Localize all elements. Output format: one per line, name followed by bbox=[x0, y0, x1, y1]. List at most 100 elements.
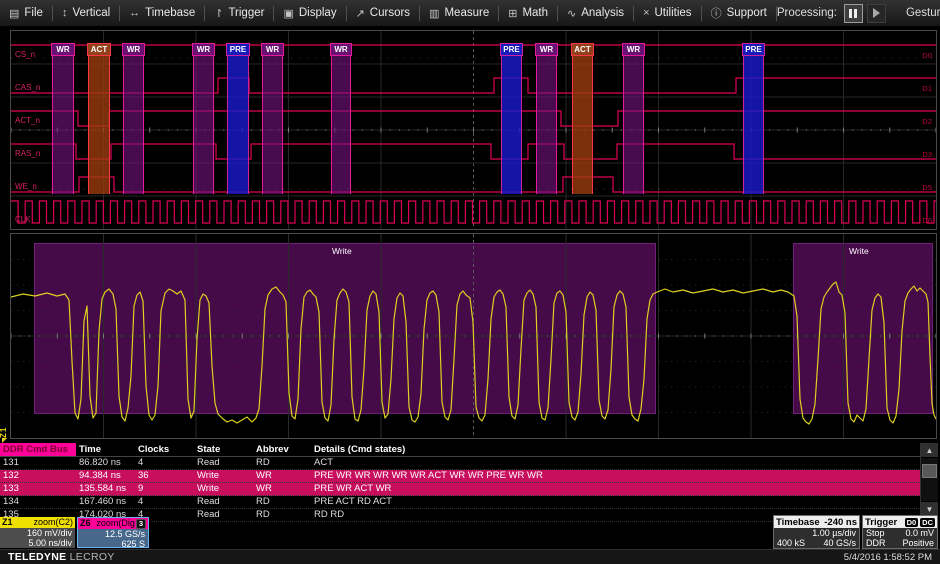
table-row[interactable]: 133135.584 ns9WriteWRPRE WR ACT WR bbox=[0, 483, 921, 496]
cmd-marker-label: WR bbox=[51, 43, 75, 56]
play-icon bbox=[873, 8, 880, 18]
menu-item-label: Support bbox=[727, 7, 767, 19]
menu-item-vertical[interactable]: ↕ Vertical bbox=[53, 0, 119, 26]
processing-pause-button[interactable] bbox=[844, 4, 863, 23]
trigger-level: 0.0 mV bbox=[905, 528, 934, 538]
table-cell: PRE WR WR WR WR WR ACT WR WR PRE WR WR bbox=[311, 470, 921, 482]
table-row[interactable]: 134167.460 ns4ReadRDPRE ACT RD ACT bbox=[0, 496, 921, 509]
bus-line-label: D5 bbox=[922, 183, 932, 192]
z1-descriptor-box[interactable]: Z1 zoom(C2) 160 mV/div 5.00 ns/div bbox=[0, 517, 75, 548]
menu-item-label: File bbox=[24, 7, 43, 19]
menu-item-cursors[interactable]: ↗Cursors bbox=[347, 0, 419, 26]
timebase-tdiv: 1.00 µs/div bbox=[777, 528, 856, 538]
vertical-icon: ↕ bbox=[62, 7, 68, 19]
menu-item-label: Timebase bbox=[145, 7, 195, 19]
cmd-marker-column bbox=[501, 55, 522, 194]
cmd-marker-wr: WR bbox=[331, 43, 351, 194]
scroll-up-icon: ▲ bbox=[926, 446, 934, 455]
menu-item-label: Vertical bbox=[72, 7, 110, 19]
table-cell: PRE ACT RD ACT bbox=[311, 496, 921, 508]
table-header-state: State bbox=[194, 443, 253, 456]
z6-descriptor-box[interactable]: Z6 zoom(Dig 3 12.5 GS/s 625 S bbox=[77, 517, 149, 548]
table-header-ddr-cmd-bus: DDR Cmd Bus bbox=[0, 443, 76, 456]
menu-item-measure[interactable]: ▥ Measure bbox=[420, 0, 498, 26]
cmd-marker-pre: PRE bbox=[743, 43, 764, 194]
scroll-down-button[interactable]: ▼ bbox=[921, 501, 938, 516]
table-cell: 94.384 ns bbox=[76, 470, 135, 482]
cmd-marker-pre: PRE bbox=[501, 43, 522, 194]
trigger-header: Trigger D0 DC bbox=[863, 516, 937, 528]
cmd-marker-column bbox=[88, 55, 110, 194]
cmd-marker-wr: WR bbox=[193, 43, 214, 194]
display-icon: ▣ bbox=[283, 7, 293, 20]
menu-item-utilities[interactable]: ×Utilities bbox=[634, 0, 701, 26]
menu-item-timebase[interactable]: ↔ Timebase bbox=[120, 0, 204, 26]
trigger-descriptor-box[interactable]: Trigger D0 DC Stop 0.0 mV DDR Positive bbox=[862, 515, 938, 549]
processing-play-button[interactable] bbox=[867, 4, 886, 23]
table-cell: 36 bbox=[135, 470, 194, 482]
table-cell: WR bbox=[253, 470, 311, 482]
status-bar: TELEDYNE LECROY 5/4/2016 1:58:52 PM bbox=[0, 549, 940, 564]
menu-item-label: Measure bbox=[444, 7, 489, 19]
menu-item-label: Analysis bbox=[581, 7, 624, 19]
cmd-marker-column bbox=[331, 55, 351, 194]
table-cell: 132 bbox=[0, 470, 76, 482]
trigger-mode: Stop bbox=[866, 528, 885, 538]
pause-icon bbox=[849, 9, 852, 18]
menu-item-trigger[interactable]: ↾Trigger bbox=[205, 0, 273, 26]
table-cell: 134 bbox=[0, 496, 76, 508]
menu-item-label: Math bbox=[522, 7, 548, 19]
scroll-up-button[interactable]: ▲ bbox=[921, 443, 938, 458]
cmd-marker-label: PRE bbox=[500, 43, 523, 56]
signal-label-cas_n: CAS_n bbox=[15, 83, 40, 92]
table-scrollbar[interactable]: ▲ ▼ bbox=[920, 443, 938, 516]
timebase-icon: ↔ bbox=[129, 7, 140, 19]
z6-samples: 625 S bbox=[81, 539, 145, 548]
menu-item-analysis[interactable]: ∿Analysis bbox=[558, 0, 633, 26]
cmd-marker-column bbox=[227, 55, 249, 194]
timebase-descriptor-box[interactable]: Timebase -240 ns 1.00 µs/div 400 kS 40 G… bbox=[773, 515, 860, 549]
menu-item-display[interactable]: ▣Display bbox=[274, 0, 345, 26]
table-row[interactable]: 13186.820 ns4ReadRDACT bbox=[0, 457, 921, 470]
table-header-abbrev: Abbrev bbox=[253, 443, 311, 456]
brand-bold: TELEDYNE bbox=[8, 551, 66, 563]
z1-zoom-axis-marker: Z1 bbox=[0, 427, 8, 438]
cmd-marker-column bbox=[536, 55, 557, 194]
analog-waveform-panel[interactable]: WriteWrite bbox=[10, 233, 937, 439]
support-icon: ⓘ bbox=[711, 5, 722, 21]
cmd-marker-column bbox=[572, 55, 593, 194]
digital-timing-panel[interactable]: WRACTWRWRPREWRWRPREWRACTWRPRECS_nD0CAS_n… bbox=[10, 30, 937, 230]
z6-source: zoom(Dig bbox=[96, 518, 135, 529]
ddr-cmd-table: ▲ ▼ DDR Cmd BusTimeClocksStateAbbrevDeta… bbox=[0, 443, 938, 516]
cmd-marker-wr: WR bbox=[623, 43, 644, 194]
brand-logo: TELEDYNE LECROY bbox=[8, 551, 115, 563]
cmd-marker-label: ACT bbox=[571, 43, 594, 56]
measure-icon: ▥ bbox=[429, 7, 439, 20]
z6-descriptor-header: Z6 zoom(Dig 3 bbox=[78, 518, 148, 529]
menu-right-cluster: Processing: Gesture Undo ↶ bbox=[777, 3, 940, 24]
scrollbar-thumb[interactable] bbox=[922, 464, 937, 478]
signal-label-cs_n: CS_n bbox=[15, 50, 35, 59]
timebase-samplerate: 40 GS/s bbox=[823, 538, 856, 548]
table-cell: 86.820 ns bbox=[76, 457, 135, 469]
z6-samplerate: 12.5 GS/s bbox=[81, 529, 145, 539]
menu-item-support[interactable]: ⓘ Support bbox=[702, 0, 776, 26]
table-cell: 9 bbox=[135, 483, 194, 495]
table-cell: 133 bbox=[0, 483, 76, 495]
cmd-marker-label: WR bbox=[192, 43, 215, 56]
table-cell: Write bbox=[194, 483, 253, 495]
table-row[interactable]: 13294.384 ns36WriteWRPRE WR WR WR WR WR … bbox=[0, 470, 921, 483]
cmd-marker-label: WR bbox=[330, 43, 352, 56]
cmd-marker-column bbox=[123, 55, 144, 194]
timebase-samples: 400 kS bbox=[777, 538, 805, 548]
signal-label-ras_n: RAS_n bbox=[15, 149, 40, 158]
table-cell: 135.584 ns bbox=[76, 483, 135, 495]
menu-item-file[interactable]: ▤File bbox=[0, 0, 52, 26]
menu-item-math[interactable]: ⊞Math bbox=[499, 0, 557, 26]
cmd-marker-label: WR bbox=[122, 43, 145, 56]
bus-line-label: D0 bbox=[922, 51, 932, 60]
cmd-marker-wr: WR bbox=[123, 43, 144, 194]
z6-id: Z6 bbox=[80, 518, 91, 529]
z6-group-badge: 3 bbox=[136, 519, 146, 529]
bus-line-label: D2 bbox=[922, 117, 932, 126]
